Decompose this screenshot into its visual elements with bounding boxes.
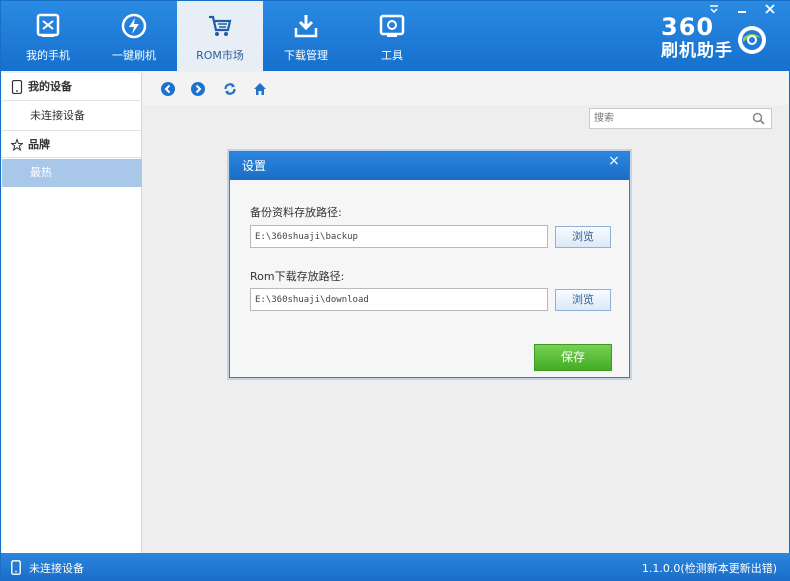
sidebar-header-brand[interactable]: 品牌 [2,130,142,158]
search-box [589,108,772,129]
tab-label: 工具 [381,49,403,62]
search-input[interactable] [594,111,744,126]
navigation-bar [143,73,789,105]
refresh-icon[interactable] [223,82,237,96]
save-button[interactable]: 保存 [534,344,612,371]
flash-icon [121,13,147,39]
version-status[interactable]: 1.1.0.0(检测新本更新出错) [642,560,777,576]
tab-label: 我的手机 [26,49,70,62]
tab-label: ROM市场 [196,49,244,62]
download-path-label: Rom下载存放路径: [250,270,345,283]
search-icon[interactable] [752,112,765,125]
download-path-field[interactable] [250,288,548,311]
download-browse-button[interactable]: 浏览 [555,289,611,311]
status-bar: 未连接设备 1.1.0.0(检测新本更新出错) [1,553,790,581]
sidebar-item-label: 未连接设备 [30,109,85,122]
tab-rom-market[interactable]: ROM市场 [177,1,263,71]
minimize-icon [738,11,746,13]
star-icon [11,138,23,152]
close-icon: × [608,153,620,169]
tab-my-phone[interactable]: 我的手机 [5,1,91,71]
dialog-title-bar: 设置 [230,152,629,180]
app-logo: 360 刷机助手 [661,15,781,63]
backup-path-label: 备份资料存放路径: [250,206,342,219]
sidebar-header-my-devices[interactable]: 我的设备 [2,73,142,101]
sidebar-item-not-connected[interactable]: 未连接设备 [2,102,142,130]
back-icon[interactable] [161,82,175,96]
cart-icon [209,15,232,36]
tab-download-manager[interactable]: 下载管理 [263,1,349,71]
tab-label: 一键刷机 [112,49,156,62]
device-status-icon [11,560,21,575]
connection-status: 未连接设备 [29,562,84,575]
forward-icon[interactable] [191,82,205,96]
dialog-close-button[interactable]: × [599,152,629,172]
sidebar-header-label: 品牌 [28,138,50,151]
top-toolbar: 我的手机 一键刷机 ROM市场 下载管理 工具 360 刷机助手 [1,1,790,71]
sidebar-header-label: 我的设备 [28,80,72,93]
close-icon [765,4,775,14]
settings-dialog: 设置 × 备份资料存放路径: 浏览 Rom下载存放路径: 浏览 保存 [229,151,630,378]
sidebar-item-hottest[interactable]: 最热 [2,159,142,187]
sidebar: 我的设备 未连接设备 品牌 最热 [2,73,142,553]
logo-swirl-icon [738,26,766,54]
backup-path-field[interactable] [250,225,548,248]
tab-tools[interactable]: 工具 [349,1,435,71]
phone-outline-icon [11,80,23,94]
dialog-title: 设置 [242,159,267,173]
logo-number: 360 [661,13,715,41]
download-icon [294,15,318,38]
toolbox-icon [379,14,405,37]
sidebar-item-label: 最热 [30,166,52,179]
app-window: 我的手机 一键刷机 ROM市场 下载管理 工具 360 刷机助手 我的设备 未连… [0,0,790,581]
phone-icon [36,13,60,37]
logo-text: 刷机助手 [661,41,733,61]
backup-browse-button[interactable]: 浏览 [555,226,611,248]
home-icon[interactable] [253,82,267,96]
tab-one-click-flash[interactable]: 一键刷机 [91,1,177,71]
tab-label: 下载管理 [284,49,328,62]
